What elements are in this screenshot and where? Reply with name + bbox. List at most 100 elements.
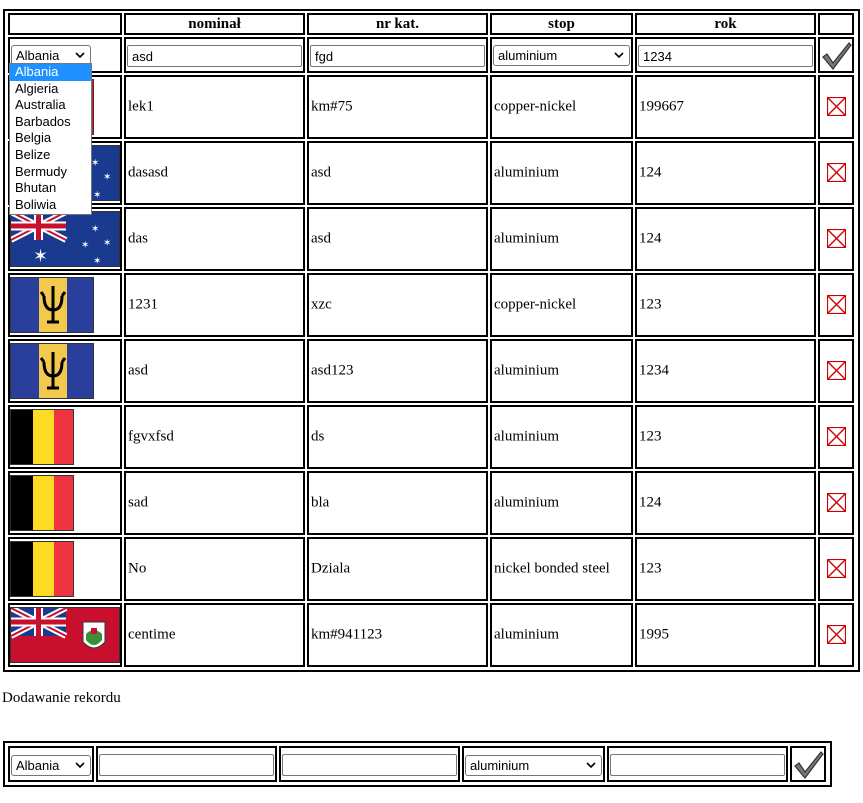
add-country-select[interactable]: Albania <box>11 755 91 776</box>
add-country-value: Albania <box>16 758 60 773</box>
add-checkmark-icon[interactable] <box>793 750 825 780</box>
table-cell-catalog: asd <box>307 141 488 205</box>
delete-icon[interactable] <box>827 163 846 182</box>
table-cell-nominal: das <box>124 207 305 271</box>
cell-catalog-text: Dziala <box>311 560 351 577</box>
table-cell-year: 124 <box>635 207 816 271</box>
cell-year-text: 123 <box>639 296 662 313</box>
dropdown-option[interactable]: Belize <box>10 147 91 164</box>
belgium-flag <box>10 541 74 597</box>
barbados-flag <box>10 277 94 333</box>
table-cell-year: 124 <box>635 141 816 205</box>
add-catalog-input[interactable] <box>282 754 457 776</box>
table-cell-flag <box>8 471 122 535</box>
cell-nominal-text: No <box>128 560 147 577</box>
add-alloy-select[interactable]: aluminium <box>465 755 602 776</box>
add-nominal-input[interactable] <box>99 754 274 776</box>
table-cell-year: 123 <box>635 405 816 469</box>
filter-catalog-input[interactable] <box>310 45 485 67</box>
header-nominal: nominał <box>124 13 305 35</box>
table-cell-year: 199667 <box>635 75 816 139</box>
cell-nominal-text: lek1 <box>128 98 154 115</box>
table-cell-del <box>818 273 854 337</box>
table-cell-nominal: lek1 <box>124 75 305 139</box>
australia-flag: ✶ ✶ ✶ ✶ ✶ <box>10 211 120 267</box>
filter-cell-action <box>818 37 854 73</box>
filter-nominal-input[interactable] <box>127 45 302 67</box>
chevron-down-icon <box>75 762 85 769</box>
dropdown-option[interactable]: Albania <box>10 64 91 81</box>
header-action <box>818 13 854 35</box>
dropdown-option[interactable]: Bhutan <box>10 180 91 197</box>
dropdown-option[interactable]: Belgia <box>10 130 91 147</box>
delete-icon[interactable] <box>827 229 846 248</box>
table-cell-catalog: km#941123 <box>307 603 488 667</box>
chevron-down-icon <box>614 52 624 59</box>
cell-nominal-text: dasasd <box>128 164 168 181</box>
table-cell-alloy: copper-nickel <box>490 75 633 139</box>
delete-icon[interactable] <box>827 295 846 314</box>
checkmark-icon[interactable] <box>821 41 853 71</box>
dropdown-option[interactable]: Australia <box>10 97 91 114</box>
cell-nominal-text: das <box>128 230 148 247</box>
cell-alloy-text: aluminium <box>494 428 559 445</box>
belgium-flag <box>10 475 74 531</box>
svg-text:✶: ✶ <box>103 172 111 183</box>
dropdown-option[interactable]: Algieria <box>10 81 91 98</box>
table-cell-catalog: asd <box>307 207 488 271</box>
table-cell-del <box>818 405 854 469</box>
filter-cell-nominal <box>124 37 305 73</box>
cell-nominal-text: asd <box>128 362 148 379</box>
table-cell-del <box>818 537 854 601</box>
delete-icon[interactable] <box>827 361 846 380</box>
delete-icon[interactable] <box>827 427 846 446</box>
cell-catalog-text: km#941123 <box>311 626 383 643</box>
cell-year-text: 124 <box>639 230 662 247</box>
dropdown-option[interactable]: Barbados <box>10 114 91 131</box>
cell-nominal-text: fgvxfsd <box>128 428 174 445</box>
cell-year-text: 124 <box>639 494 662 511</box>
filter-year-input[interactable] <box>638 45 813 67</box>
chevron-down-icon <box>586 762 596 769</box>
table-cell-flag: ✶ ✶ ✶ ✶ ✶ <box>8 207 122 271</box>
table-cell-nominal: sad <box>124 471 305 535</box>
cell-year-text: 1995 <box>639 626 669 643</box>
country-dropdown-list[interactable]: Albania Algieria Australia Barbados Belgia Be… <box>9 63 92 215</box>
delete-icon[interactable] <box>827 97 846 116</box>
cell-alloy-text: aluminium <box>494 230 559 247</box>
filter-alloy-value: aluminium <box>498 48 558 63</box>
filter-cell-year <box>635 37 816 73</box>
table-cell-alloy: aluminium <box>490 471 633 535</box>
bermuda-flag <box>10 607 120 663</box>
table-cell-catalog: bla <box>307 471 488 535</box>
header-catalog: nr kat. <box>307 13 488 35</box>
cell-alloy-text: aluminium <box>494 494 559 511</box>
add-year-input[interactable] <box>610 754 785 776</box>
cell-year-text: 199667 <box>639 98 684 115</box>
cell-catalog-text: km#75 <box>311 98 353 115</box>
delete-icon[interactable] <box>827 559 846 578</box>
cell-catalog-text: asd123 <box>311 362 354 379</box>
dropdown-option[interactable]: Bermudy <box>10 164 91 181</box>
cell-catalog-text: ds <box>311 428 325 445</box>
table-cell-catalog: xzc <box>307 273 488 337</box>
cell-alloy-text: copper-nickel <box>494 296 577 313</box>
cell-catalog-text: bla <box>311 494 330 511</box>
delete-icon[interactable] <box>827 625 846 644</box>
cell-alloy-text: aluminium <box>494 362 559 379</box>
add-cell-nominal <box>96 746 277 782</box>
add-alloy-value: aluminium <box>470 758 530 773</box>
svg-text:✶: ✶ <box>93 256 101 267</box>
filter-alloy-select[interactable]: aluminium <box>493 45 630 66</box>
table-cell-year: 124 <box>635 471 816 535</box>
add-record-caption: Dodawanie rekordu <box>2 690 121 706</box>
cell-year-text: 1234 <box>639 362 669 379</box>
cell-alloy-text: aluminium <box>494 626 559 643</box>
dropdown-option[interactable]: Boliwia <box>10 197 91 214</box>
table-cell-year: 1995 <box>635 603 816 667</box>
table-cell-nominal: 1231 <box>124 273 305 337</box>
delete-icon[interactable] <box>827 493 846 512</box>
belgium-flag <box>10 409 74 465</box>
cell-catalog-text: asd <box>311 230 331 247</box>
svg-text:✶: ✶ <box>103 238 111 249</box>
